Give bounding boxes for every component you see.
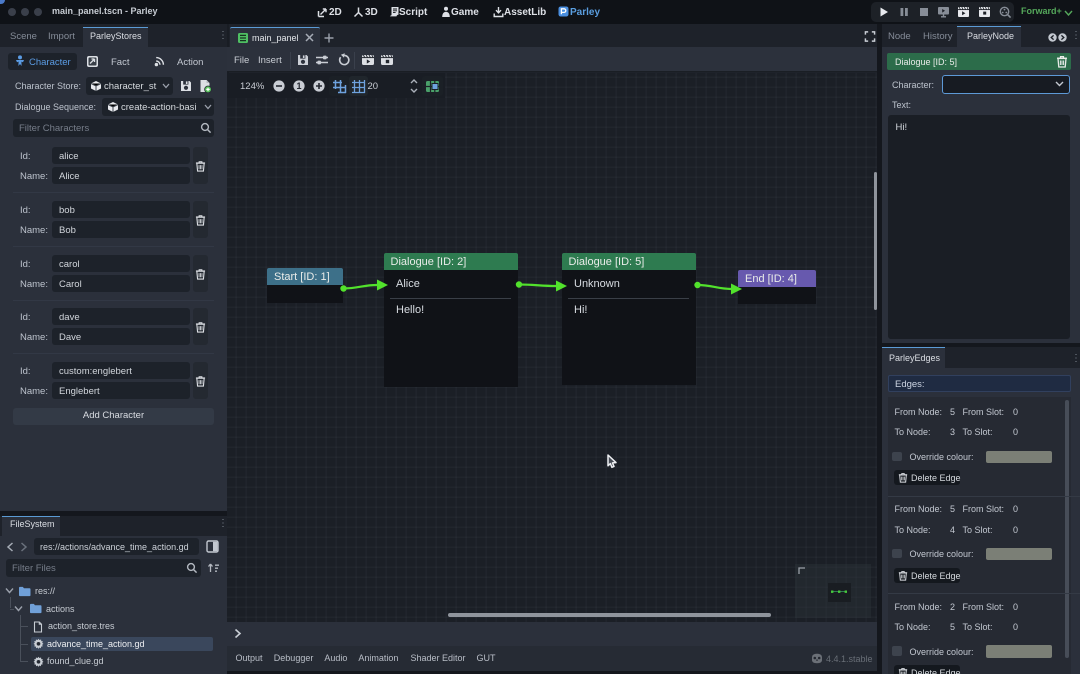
svg-text:1: 1	[296, 81, 301, 91]
